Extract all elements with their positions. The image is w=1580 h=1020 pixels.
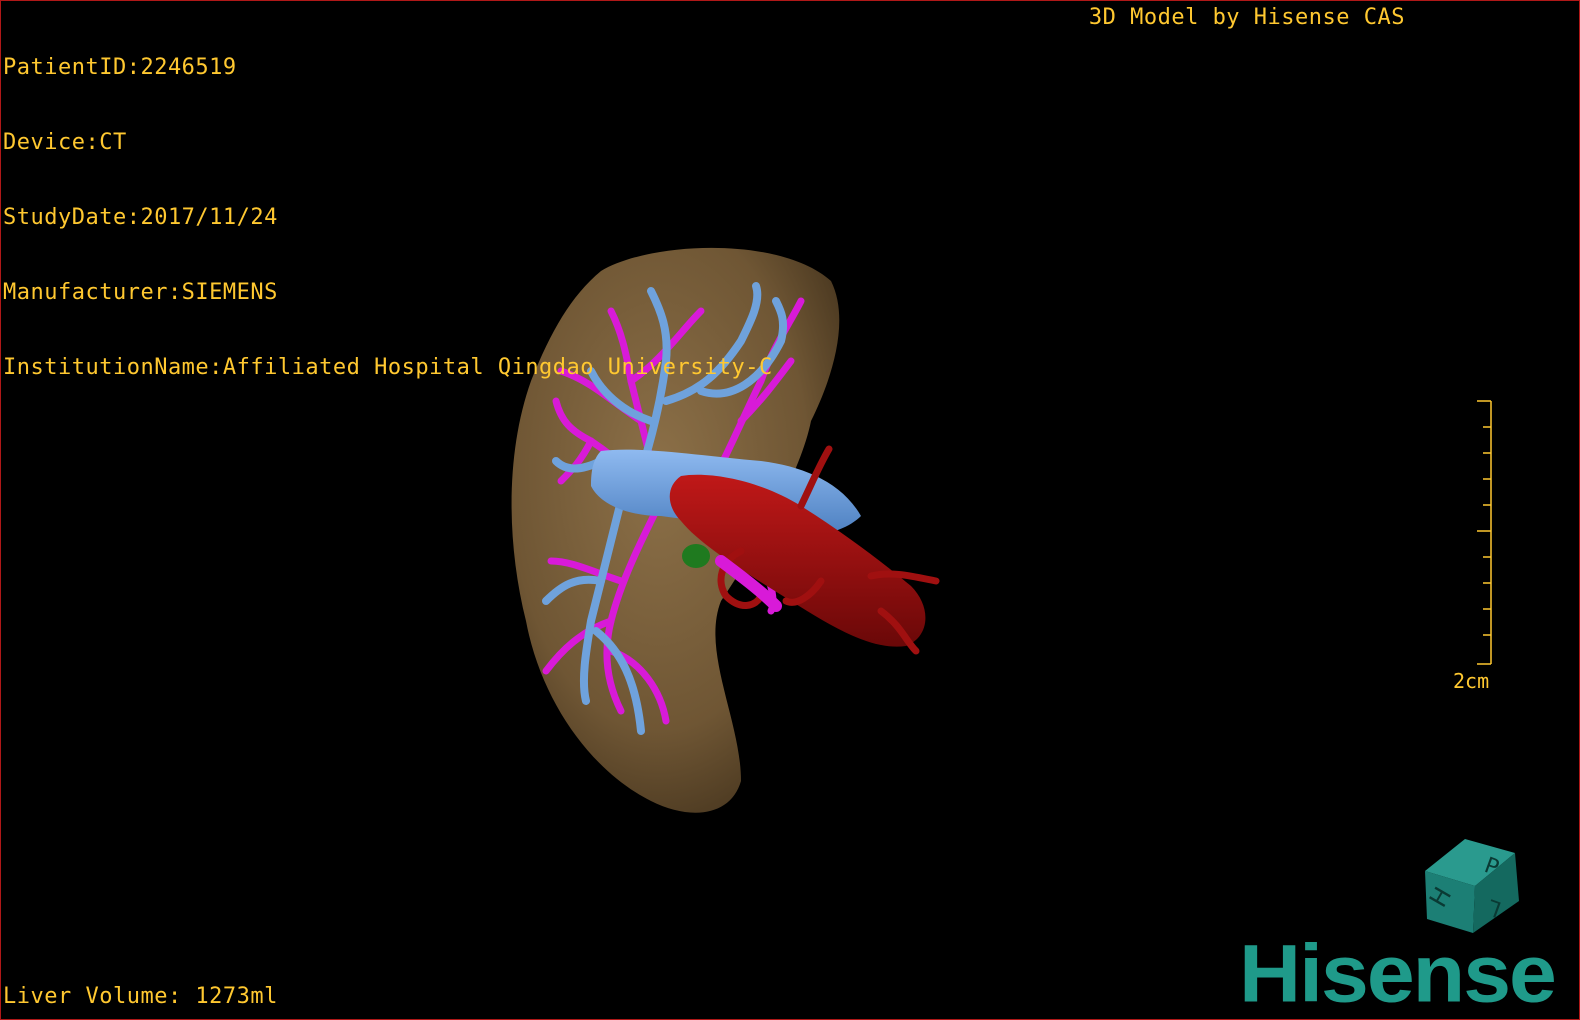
device-text: Device:CT xyxy=(3,130,127,155)
gallbladder xyxy=(682,544,710,568)
orientation-cube-icon[interactable]: H P L xyxy=(1415,831,1535,941)
model-title: 3D Model by Hisense CAS xyxy=(1088,5,1405,30)
study-date-text: StudyDate:2017/11/24 xyxy=(3,205,278,230)
patient-id-text: PatientID:2246519 xyxy=(3,55,237,80)
scale-label: 2cm xyxy=(1453,669,1490,693)
institution-text: InstitutionName:Affiliated Hospital Qing… xyxy=(3,355,773,380)
scale-bar-icon xyxy=(1477,400,1492,665)
3d-viewport[interactable]: PatientID:2246519 Device:CT StudyDate:20… xyxy=(0,0,1580,1020)
liver-volume-text: Liver Volume: 1273ml xyxy=(3,984,278,1009)
manufacturer-text: Manufacturer:SIEMENS xyxy=(3,280,278,305)
dicom-metadata: PatientID:2246519 Device:CT StudyDate:20… xyxy=(3,5,773,430)
hisense-logo: Hisense xyxy=(1239,928,1557,1020)
